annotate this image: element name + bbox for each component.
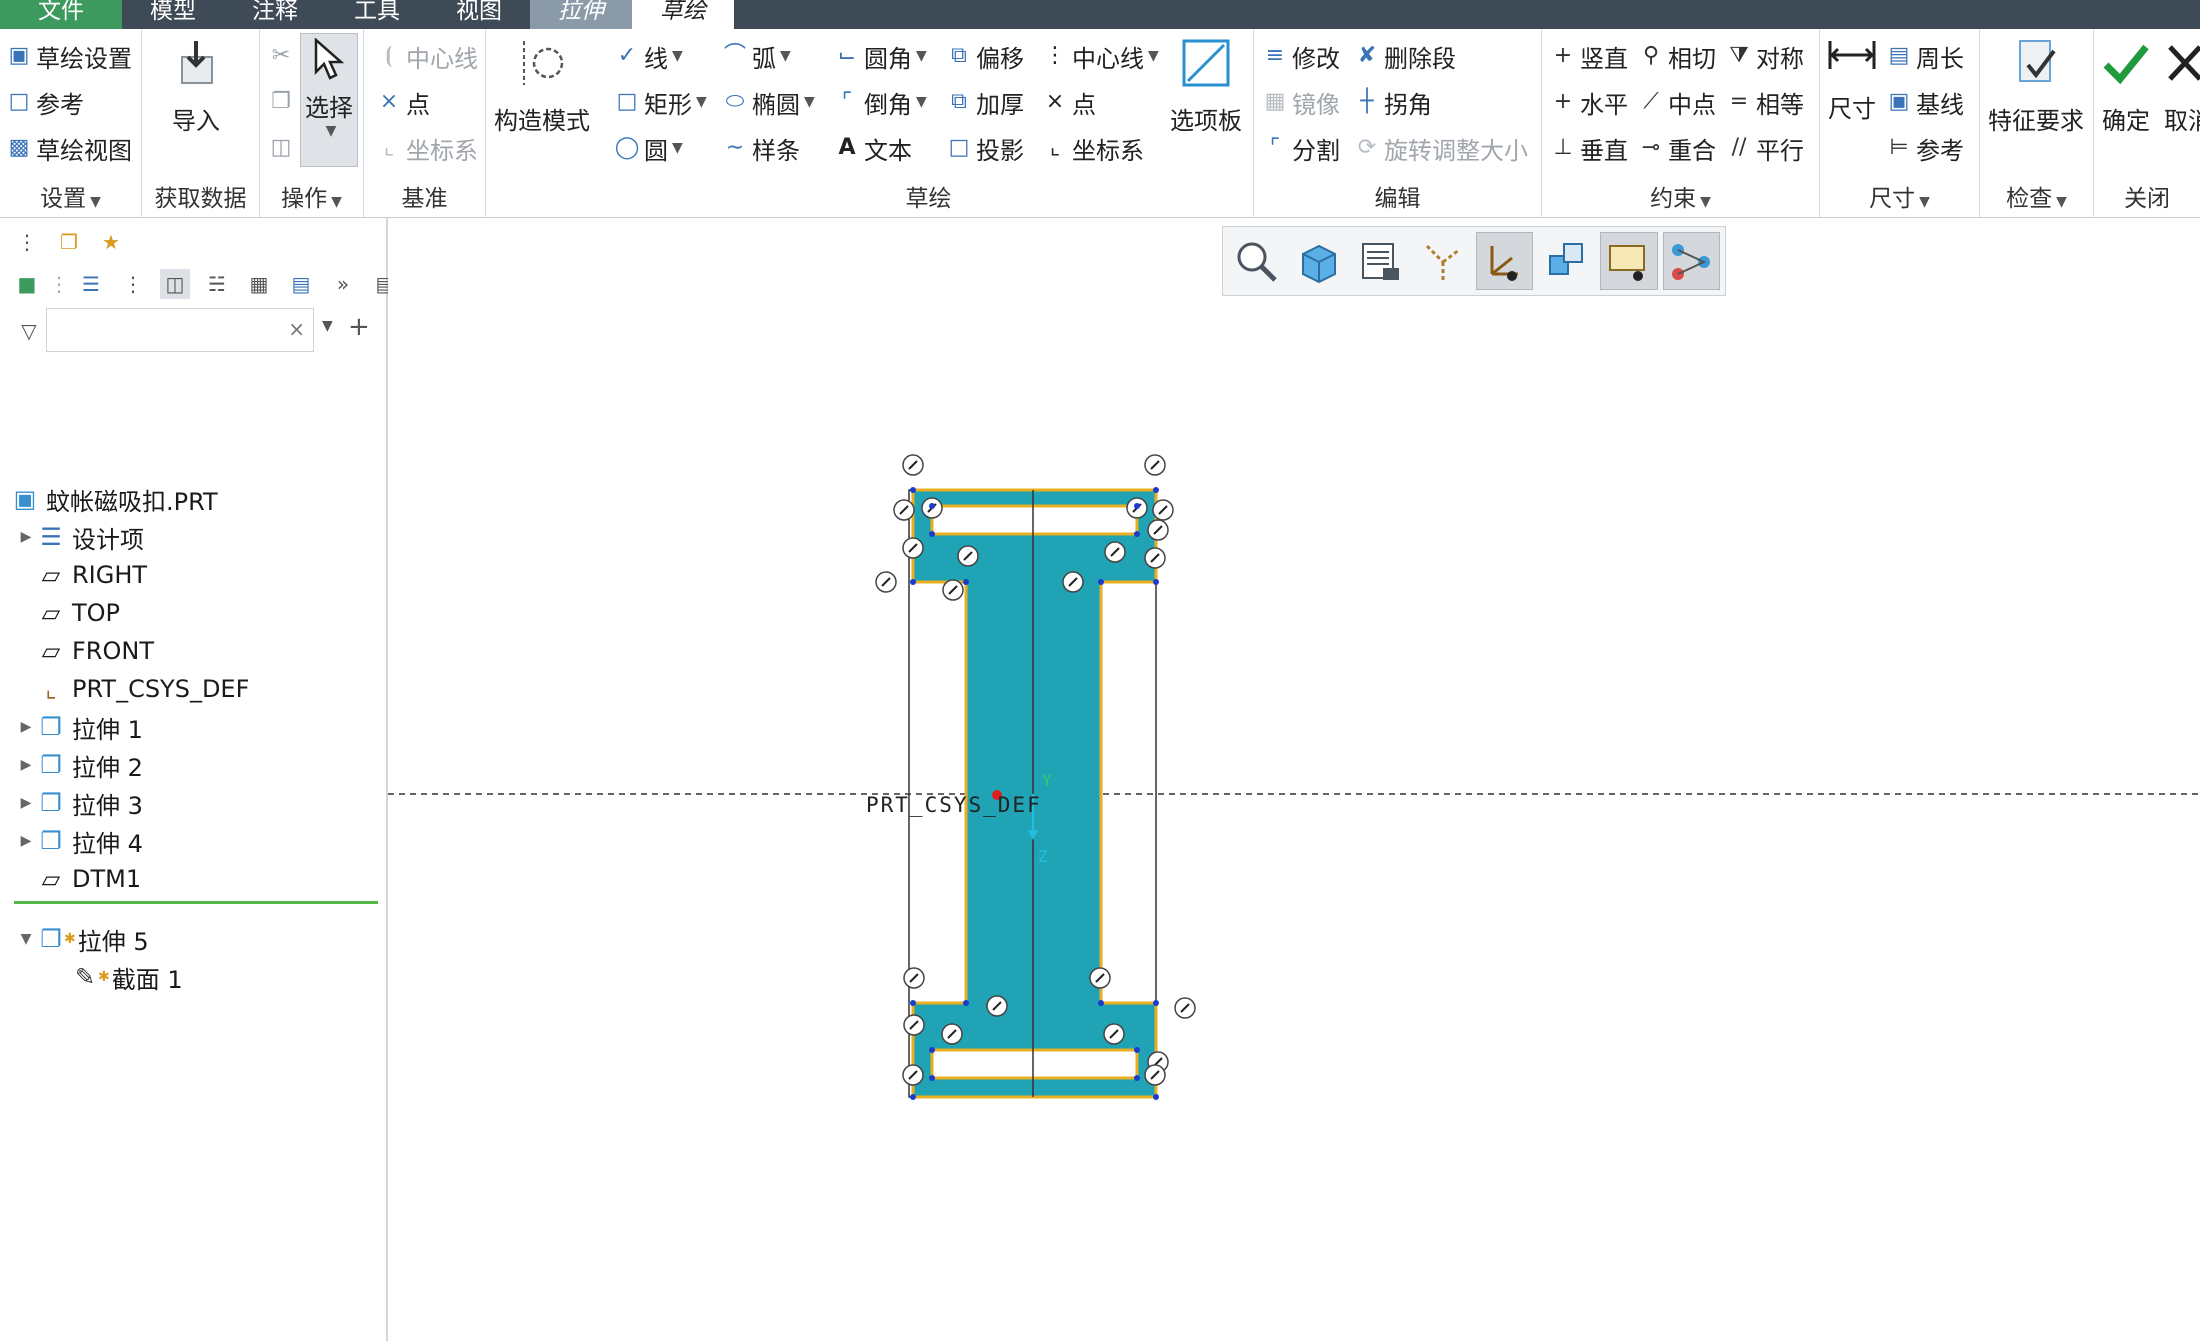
vertex-point[interactable] [1134, 503, 1140, 509]
vertex-point[interactable] [1134, 1075, 1140, 1081]
vertex-point[interactable] [1134, 1047, 1140, 1053]
vertex-point[interactable] [910, 1094, 916, 1100]
vertex-point[interactable] [1153, 1094, 1159, 1100]
vertex-point[interactable] [910, 579, 916, 585]
vertex-point[interactable] [1153, 487, 1159, 493]
vertex-point[interactable] [963, 579, 969, 585]
vertex-point[interactable] [1153, 579, 1159, 585]
vertex-point[interactable] [929, 503, 935, 509]
vertex-point[interactable] [1098, 579, 1104, 585]
vertex-point[interactable] [1098, 1000, 1104, 1006]
vertex-point[interactable] [1134, 531, 1140, 537]
vertex-point[interactable] [910, 487, 916, 493]
csys-label: PRT_CSYS_DEF [866, 793, 1042, 817]
vertex-point[interactable] [929, 1075, 935, 1081]
vertex-point[interactable] [929, 531, 935, 537]
axis-y-label: Y [1042, 771, 1052, 790]
vertex-point[interactable] [1153, 1000, 1159, 1006]
vertex-point[interactable] [963, 1000, 969, 1006]
axis-z-label: Z [1038, 847, 1048, 866]
vertex-point[interactable] [929, 1047, 935, 1053]
sketch-drawing[interactable]: Y Z PRT_CSYS_DEF [0, 0, 2200, 1341]
vertex-point[interactable] [910, 1000, 916, 1006]
